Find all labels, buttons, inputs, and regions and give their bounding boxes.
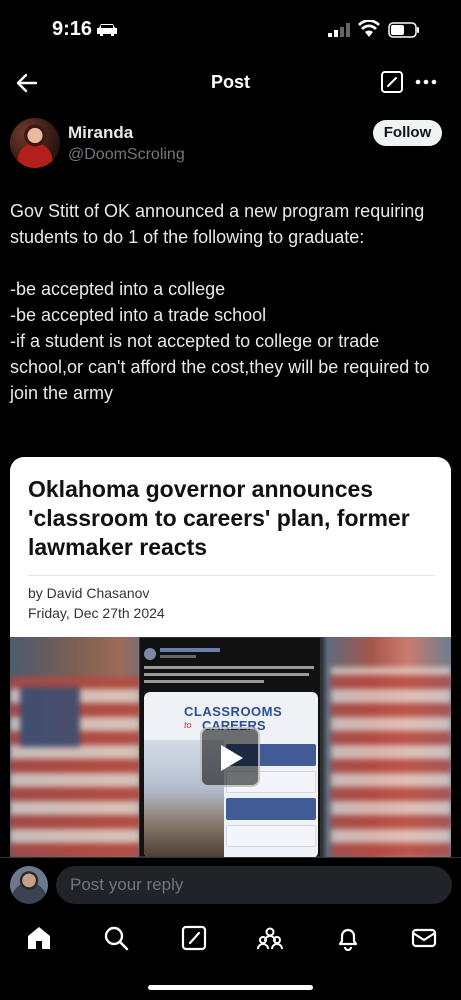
graphic-word-to: to xyxy=(184,720,192,730)
car-icon xyxy=(97,24,117,36)
play-icon xyxy=(221,745,243,771)
wifi-icon xyxy=(358,20,380,37)
compose-icon[interactable] xyxy=(380,70,404,94)
post-line-2: -be accepted into a trade school xyxy=(10,305,267,325)
article-divider xyxy=(28,575,435,576)
status-bar: 9:16 xyxy=(0,0,461,62)
article-card[interactable]: Oklahoma governor announces 'classroom t… xyxy=(10,457,451,857)
author-avatar[interactable] xyxy=(10,118,60,168)
article-date: Friday, Dec 27th 2024 xyxy=(28,605,165,621)
cellular-signal-icon xyxy=(328,23,350,37)
grok-icon[interactable] xyxy=(181,925,207,951)
home-icon[interactable] xyxy=(26,925,52,951)
article-byline: by David Chasanov xyxy=(28,585,150,601)
search-icon[interactable] xyxy=(103,925,129,951)
reply-bar: Post your reply xyxy=(0,857,461,911)
status-time: 9:16 xyxy=(52,18,93,40)
reply-placeholder: Post your reply xyxy=(70,875,184,894)
post-intro: Gov Stitt of OK announced a new program … xyxy=(10,201,425,247)
battery-icon xyxy=(388,22,419,38)
current-user-avatar[interactable] xyxy=(10,866,48,904)
notifications-icon[interactable] xyxy=(335,925,361,951)
play-button[interactable] xyxy=(200,727,260,787)
flag-left-image xyxy=(10,677,140,857)
graphic-word-classrooms: CLASSROOMS xyxy=(184,704,283,719)
follow-button[interactable]: Follow xyxy=(373,120,442,146)
post-line-1: -be accepted into a college xyxy=(10,279,226,299)
home-indicator[interactable] xyxy=(148,985,313,990)
reply-input[interactable]: Post your reply xyxy=(56,866,452,904)
top-nav: Post xyxy=(0,62,461,106)
messages-icon[interactable] xyxy=(411,925,437,951)
article-video-thumbnail[interactable]: CLASSROOMS to CAREERS xyxy=(10,637,451,857)
article-headline[interactable]: Oklahoma governor announces 'classroom t… xyxy=(28,475,438,562)
post-line-3: -if a student is not accepted to college… xyxy=(10,331,430,403)
flag-right-image xyxy=(331,667,451,857)
author-handle[interactable]: @DoomScroling xyxy=(68,146,185,164)
communities-icon[interactable] xyxy=(257,925,283,951)
author-name[interactable]: Miranda xyxy=(68,123,133,143)
more-options-icon[interactable] xyxy=(414,70,438,94)
post-text: Gov Stitt of OK announced a new program … xyxy=(10,198,454,406)
